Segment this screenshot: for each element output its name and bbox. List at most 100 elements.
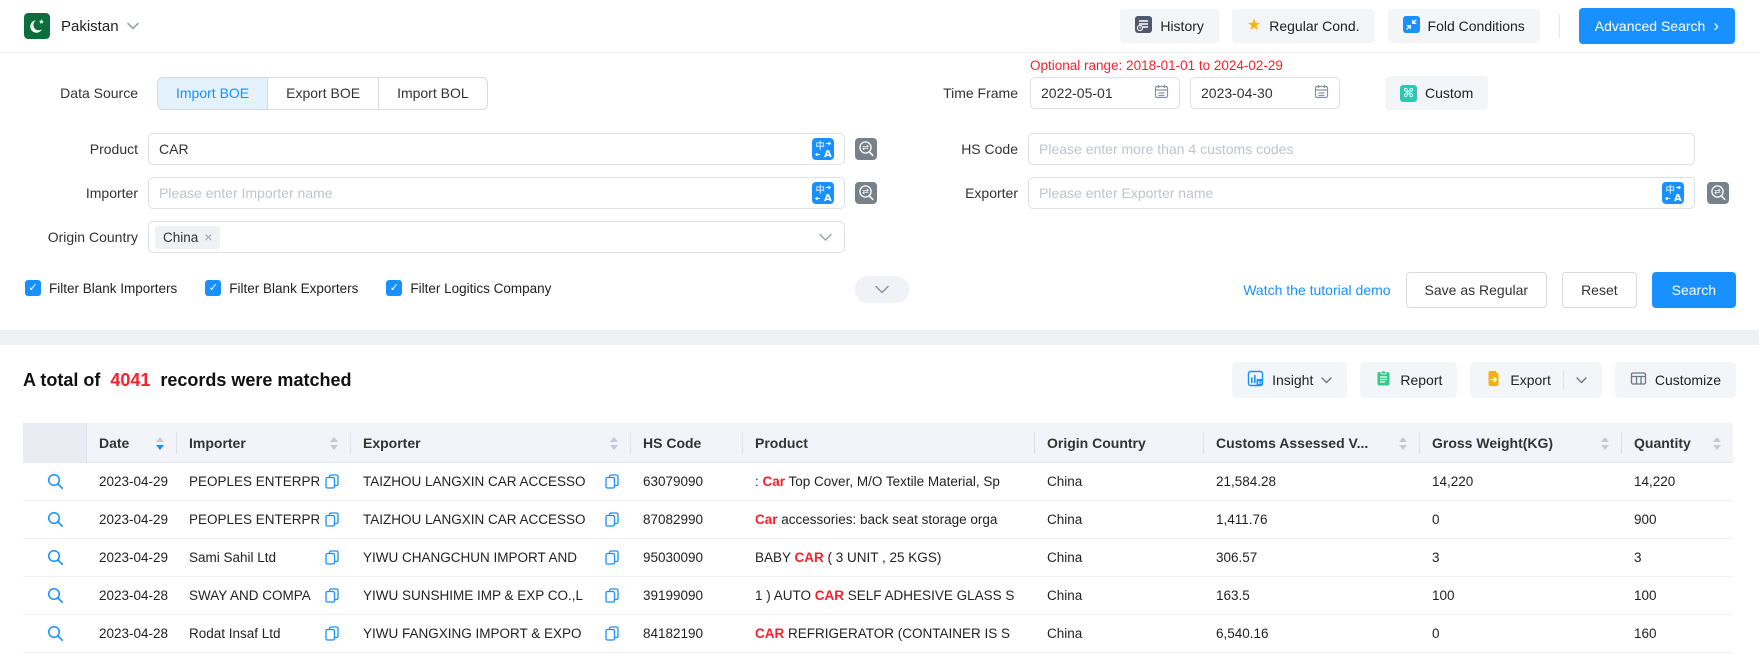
tab-import-bol[interactable]: Import BOL: [378, 77, 488, 110]
importer-label: Importer: [0, 177, 138, 209]
filter-blank-exporters-checkbox[interactable]: ✓ Filter Blank Exporters: [205, 280, 358, 296]
custom-range-button[interactable]: ⌘ Custom: [1385, 76, 1488, 110]
hs-code-cell: 63079090: [631, 474, 743, 489]
filter-logistics-company-checkbox[interactable]: ✓ Filter Logitics Company: [386, 280, 551, 296]
tutorial-demo-link[interactable]: Watch the tutorial demo: [1243, 282, 1390, 298]
sort-arrows[interactable]: [610, 437, 618, 450]
gross-weight-cell: 0: [1420, 626, 1622, 641]
exporter-cell: TAIZHOU LANGXIN CAR ACCESSO: [351, 512, 631, 527]
fold-conditions-button[interactable]: Fold Conditions: [1388, 9, 1540, 43]
view-detail-icon[interactable]: [47, 549, 64, 566]
sort-down-icon: [330, 445, 338, 450]
checkbox-checked-icon: ✓: [25, 280, 41, 296]
sort-arrows[interactable]: [156, 437, 164, 450]
product-input[interactable]: [159, 141, 806, 157]
translate-icon[interactable]: 中A: [1662, 182, 1684, 204]
customs-value-cell: 163.5: [1204, 588, 1420, 603]
export-button[interactable]: Export: [1470, 362, 1601, 398]
collapse-form-button[interactable]: [855, 276, 909, 302]
header-label: Gross Weight(KG): [1432, 432, 1553, 454]
copy-icon[interactable]: [325, 550, 339, 565]
view-detail-icon[interactable]: [47, 511, 64, 528]
search-form: Data Source Import BOE Export BOE Import…: [0, 53, 1759, 330]
copy-icon[interactable]: [605, 512, 619, 527]
exporter-cell: YIWU SUNSHIME IMP & EXP CO.,L: [351, 588, 631, 603]
search-button[interactable]: Search: [1652, 272, 1736, 308]
product-cell: Car accessories: back seat storage orga: [743, 512, 1035, 527]
synonym-search-icon[interactable]: ⇄: [855, 138, 877, 160]
header-hs-code: HS Code: [631, 432, 743, 454]
view-detail-icon[interactable]: [47, 587, 64, 604]
results-table: Date Importer Exporter HS Code Product O…: [23, 423, 1733, 653]
header-date[interactable]: Date: [87, 432, 177, 454]
divider: [1559, 14, 1560, 38]
svg-text:A: A: [824, 193, 832, 204]
header-exporter[interactable]: Exporter: [351, 432, 631, 454]
sort-arrows[interactable]: [330, 437, 338, 450]
insight-button[interactable]: BI Insight: [1232, 362, 1347, 398]
chevron-down-icon[interactable]: [127, 22, 139, 30]
copy-icon[interactable]: [605, 474, 619, 489]
filter-blank-importers-checkbox[interactable]: ✓ Filter Blank Importers: [25, 280, 177, 296]
translate-icon[interactable]: 中A: [812, 138, 834, 160]
copy-icon[interactable]: [325, 626, 339, 641]
reset-button[interactable]: Reset: [1562, 272, 1637, 308]
exporter-input-wrap: 中A: [1028, 177, 1695, 209]
chevron-down-icon: [875, 285, 889, 294]
customize-button[interactable]: Customize: [1615, 362, 1736, 398]
product-keyword: Car: [755, 512, 778, 527]
copy-icon[interactable]: [325, 512, 339, 527]
copy-icon[interactable]: [605, 550, 619, 565]
sort-arrows[interactable]: [1713, 437, 1721, 450]
export-icon: [1485, 370, 1502, 390]
origin-country-select[interactable]: China ×: [148, 221, 845, 253]
topbar-actions: History ★ Regular Cond. Fold Conditions …: [1120, 8, 1735, 44]
hs-code-input[interactable]: [1039, 141, 1684, 157]
sort-arrows[interactable]: [1399, 437, 1407, 450]
quantity-cell: 900: [1622, 512, 1733, 527]
date-end-field[interactable]: 2023-04-30: [1190, 77, 1340, 109]
report-label: Report: [1400, 372, 1442, 388]
synonym-search-icon[interactable]: ⇄: [1707, 182, 1729, 204]
header-customs-value[interactable]: Customs Assessed V...: [1204, 432, 1420, 454]
view-detail-icon[interactable]: [47, 625, 64, 642]
copy-icon[interactable]: [605, 588, 619, 603]
copy-icon[interactable]: [325, 474, 339, 489]
report-button[interactable]: Report: [1360, 362, 1457, 398]
customize-label: Customize: [1655, 372, 1721, 388]
importer-cell: Sami Sahil Ltd: [177, 550, 351, 565]
remove-tag-icon[interactable]: ×: [204, 229, 212, 245]
importer-input[interactable]: [159, 185, 806, 201]
product-text: Top Cover, M/O Textile Material, Sp: [785, 474, 1000, 489]
sort-up-icon: [330, 437, 338, 442]
advanced-search-button[interactable]: Advanced Search ›: [1579, 8, 1735, 44]
history-label: History: [1160, 18, 1204, 34]
exporter-input[interactable]: [1039, 185, 1656, 201]
origin-cell: China: [1035, 550, 1204, 565]
country-tag-label: China: [163, 230, 198, 245]
view-detail-icon[interactable]: [47, 473, 64, 490]
header-importer[interactable]: Importer: [177, 432, 351, 454]
svg-text:⇄: ⇄: [1714, 187, 1721, 196]
copy-icon[interactable]: [605, 626, 619, 641]
tab-import-boe[interactable]: Import BOE: [157, 77, 268, 110]
product-text: 1 ) AUTO: [755, 588, 815, 603]
exporter-cell: YIWU FANGXING IMPORT & EXPO: [351, 626, 631, 641]
translate-icon[interactable]: 中A: [812, 182, 834, 204]
tab-export-boe[interactable]: Export BOE: [267, 77, 379, 110]
checkbox-checked-icon: ✓: [205, 280, 221, 296]
table-row: 2023-04-29 Sami Sahil Ltd YIWU CHANGCHUN…: [23, 539, 1733, 577]
sort-arrows[interactable]: [1601, 437, 1609, 450]
save-as-regular-button[interactable]: Save as Regular: [1406, 272, 1548, 308]
country-selector-label[interactable]: Pakistan: [61, 18, 119, 35]
date-start-field[interactable]: 2022-05-01: [1030, 77, 1180, 109]
header-gross-weight[interactable]: Gross Weight(KG): [1420, 432, 1622, 454]
header-quantity[interactable]: Quantity: [1622, 432, 1733, 454]
synonym-search-icon[interactable]: ⇄: [855, 182, 877, 204]
copy-icon[interactable]: [325, 588, 339, 603]
product-text: REFRIGERATOR (CONTAINER IS S: [784, 626, 1010, 641]
regular-cond-button[interactable]: ★ Regular Cond.: [1232, 9, 1375, 43]
origin-cell: China: [1035, 512, 1204, 527]
origin-cell: China: [1035, 588, 1204, 603]
history-button[interactable]: History: [1120, 9, 1219, 43]
